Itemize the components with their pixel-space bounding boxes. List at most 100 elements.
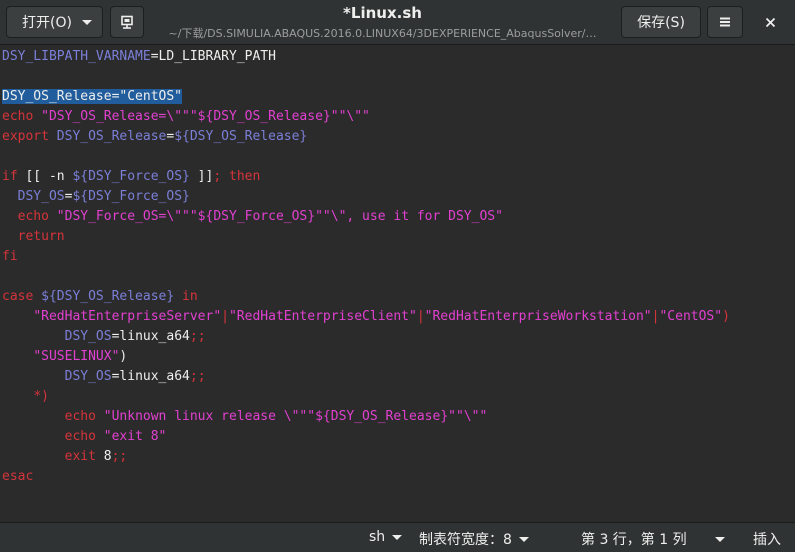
status-bar: sh 制表符宽度：8 第 3 行，第 1 列 插入 bbox=[0, 522, 795, 552]
code-token: echo bbox=[17, 209, 57, 224]
code-token: "RedHatEnterpriseWorkstation" bbox=[424, 309, 652, 324]
code-token: "\"" bbox=[338, 109, 370, 124]
close-icon bbox=[765, 17, 775, 27]
code-token: if bbox=[2, 169, 26, 184]
new-tab-button[interactable] bbox=[110, 6, 144, 38]
code-line: DSY_OS=linux_a64;; bbox=[2, 367, 206, 387]
code-line: echo "DSY_Force_OS=\"""${DSY_Force_OS}""… bbox=[2, 207, 503, 227]
code-token: case bbox=[2, 289, 42, 304]
code-token: ${DSY_Force_OS} bbox=[72, 169, 190, 184]
code-token: "\", use it for DSY_OS" bbox=[322, 209, 503, 224]
code-token: ) bbox=[119, 349, 128, 364]
cursor-position-selector[interactable]: 第 3 行，第 1 列 bbox=[581, 529, 725, 549]
code-token: "SUSELINUX" bbox=[33, 349, 120, 364]
pin-icon bbox=[121, 15, 133, 29]
code-token: | bbox=[221, 309, 229, 324]
code-token: DSY_LIBPATH_VARNAME bbox=[2, 49, 151, 64]
code-line: echo "exit 8" bbox=[2, 427, 167, 447]
code-token: echo bbox=[64, 409, 104, 424]
language-label: sh bbox=[369, 529, 386, 545]
chevron-down-icon bbox=[392, 534, 403, 540]
code-token: =linux_a64 bbox=[111, 369, 190, 384]
code-token: *) bbox=[33, 389, 49, 404]
code-line: if [[ -n ${DSY_Force_OS} ]]; then bbox=[2, 167, 260, 187]
code-line: DSY_OS=${DSY_Force_OS} bbox=[2, 187, 190, 207]
code-token: "DSY_OS_Release=\"" bbox=[41, 109, 190, 124]
code-token: "RedHatEnterpriseClient" bbox=[228, 309, 417, 324]
code-line: esac bbox=[2, 467, 33, 487]
code-token: ${DSY_OS_Release} bbox=[174, 129, 308, 144]
file-path: ~/下载/DS.SIMULIA.ABAQUS.2016.0.LINUX64/3D… bbox=[168, 27, 597, 40]
code-line: DSY_OS_Release="CentOS" bbox=[2, 87, 183, 107]
code-line: fi bbox=[2, 247, 18, 267]
insert-mode-indicator: 插入 bbox=[753, 529, 781, 549]
code-token: =LD_LIBRARY_PATH bbox=[150, 49, 276, 64]
open-label: 打开(O) bbox=[22, 15, 72, 31]
code-token: echo bbox=[2, 109, 42, 124]
code-token: 8 bbox=[103, 449, 112, 464]
code-token: ${DSY_Force_OS} bbox=[72, 189, 190, 204]
code-line: *) bbox=[2, 387, 49, 407]
code-line: "RedHatEnterpriseServer"|"RedHatEnterpri… bbox=[2, 307, 730, 327]
code-token: "Unknown linux release \"" bbox=[103, 409, 308, 424]
code-token: DSY_OS bbox=[64, 369, 112, 384]
selected-text: DSY_OS_Release="CentOS" bbox=[2, 89, 183, 104]
save-label: 保存(S) bbox=[637, 15, 685, 31]
code-token: =linux_a64 bbox=[111, 329, 190, 344]
insert-mode-label: 插入 bbox=[753, 532, 781, 548]
code-line: echo "Unknown linux release \"""${DSY_OS… bbox=[2, 407, 488, 427]
code-token: "${DSY_OS_Release}" bbox=[307, 409, 456, 424]
code-token: ]] bbox=[189, 169, 214, 184]
code-line: export DSY_OS_Release=${DSY_OS_Release} bbox=[2, 127, 307, 147]
cursor-position-label: 第 3 行，第 1 列 bbox=[581, 532, 687, 548]
code-line: return bbox=[2, 227, 65, 247]
chevron-down-icon bbox=[714, 536, 725, 542]
open-button[interactable]: 打开(O) bbox=[6, 6, 103, 38]
window-title: *Linux.sh bbox=[343, 4, 422, 22]
code-line: echo "DSY_OS_Release=\"""${DSY_OS_Releas… bbox=[2, 107, 370, 127]
code-token: export bbox=[2, 129, 57, 144]
menu-button[interactable] bbox=[707, 6, 743, 38]
code-token: return bbox=[17, 229, 65, 244]
code-token: "${DSY_OS_Release}" bbox=[189, 109, 339, 124]
editor-window: 打开(O) *Linux.sh ~/下载/DS.SIMULIA.ABAQUS.2… bbox=[0, 0, 795, 552]
code-token: "CentOS" bbox=[659, 309, 723, 324]
code-line: exit 8;; bbox=[2, 447, 128, 467]
chevron-down-icon bbox=[82, 20, 92, 25]
code-token: "${DSY_Force_OS}" bbox=[189, 209, 323, 224]
code-editor[interactable]: DSY_LIBPATH_VARNAME=LD_LIBRARY_PATH DSY_O… bbox=[0, 45, 795, 522]
code-token: | bbox=[416, 309, 425, 324]
code-token: ${DSY_OS_Release} bbox=[41, 289, 175, 304]
code-token: ;; bbox=[189, 369, 206, 384]
code-line: DSY_OS=linux_a64;; bbox=[2, 327, 206, 347]
code-line: DSY_LIBPATH_VARNAME=LD_LIBRARY_PATH bbox=[2, 47, 276, 67]
tab-width-label: 制表符宽度：8 bbox=[419, 532, 512, 548]
code-token: ;; bbox=[189, 329, 206, 344]
code-token: ; then bbox=[213, 169, 261, 184]
code-token: "exit 8" bbox=[103, 429, 167, 444]
language-selector[interactable]: sh bbox=[369, 529, 403, 545]
code-token: DSY_OS bbox=[17, 189, 65, 204]
header-bar: 打开(O) *Linux.sh ~/下载/DS.SIMULIA.ABAQUS.2… bbox=[0, 0, 795, 45]
save-button[interactable]: 保存(S) bbox=[621, 6, 701, 38]
code-token: ) bbox=[722, 309, 730, 324]
code-token: exit bbox=[64, 449, 104, 464]
code-token: "DSY_Force_OS=\"" bbox=[56, 209, 190, 224]
close-button[interactable] bbox=[751, 6, 789, 38]
tab-width-selector[interactable]: 制表符宽度：8 bbox=[419, 529, 529, 549]
code-line: case ${DSY_OS_Release} in bbox=[2, 287, 198, 307]
code-token: DSY_OS_Release bbox=[56, 129, 167, 144]
code-token: esac bbox=[2, 469, 34, 484]
code-token: fi bbox=[2, 249, 18, 264]
code-token: [[ -n bbox=[25, 169, 73, 184]
code-token: "\"" bbox=[455, 409, 488, 424]
code-token: DSY_OS bbox=[64, 329, 112, 344]
